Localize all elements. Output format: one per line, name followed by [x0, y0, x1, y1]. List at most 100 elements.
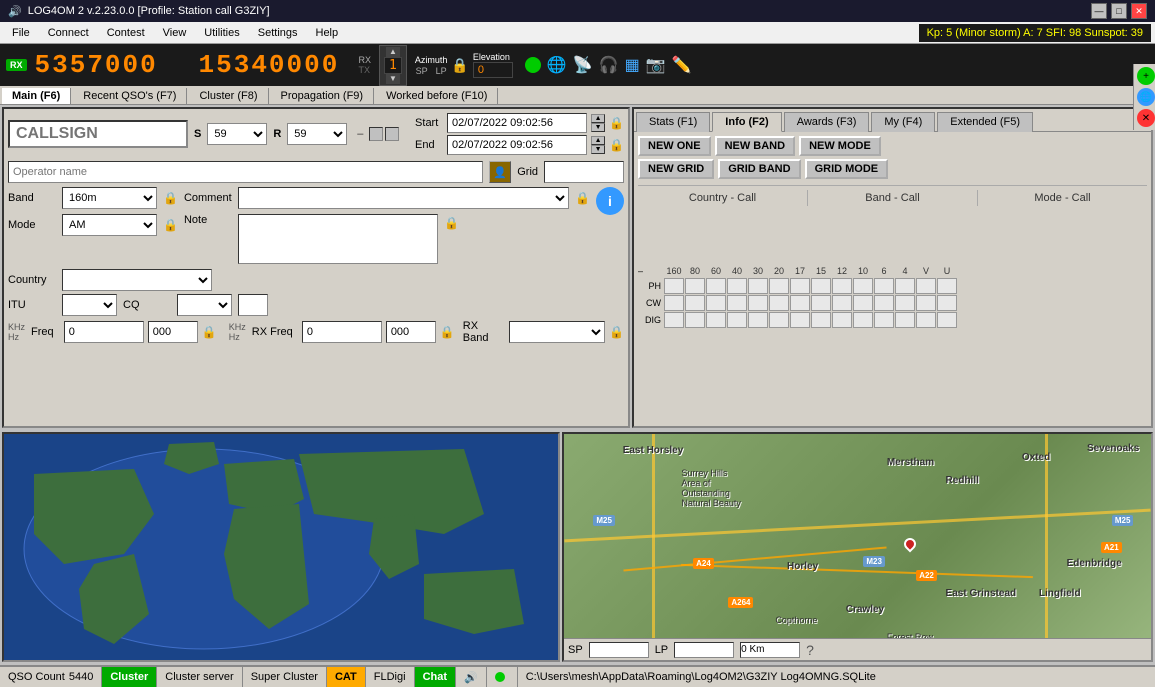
start-time-up[interactable]: ▲	[591, 114, 605, 123]
map-distance-input[interactable]	[740, 642, 800, 658]
edit-icon[interactable]: ✏️	[672, 55, 692, 75]
frequency-display-1[interactable]: 5357000	[31, 48, 191, 82]
itu-select[interactable]	[62, 294, 117, 316]
menu-help[interactable]: Help	[308, 25, 347, 41]
fldigi-item[interactable]: FLDigi	[366, 667, 415, 687]
start-lock-icon[interactable]: 🔒	[609, 116, 624, 130]
lock-icon[interactable]: 🔒	[451, 57, 468, 74]
map-lp-input[interactable]	[674, 642, 734, 658]
azimuth-section: Azimuth SP LP	[415, 55, 448, 76]
end-time-up[interactable]: ▲	[591, 136, 605, 145]
frequency-display-2[interactable]: 15340000	[195, 48, 355, 82]
s-select[interactable]: 595857	[207, 123, 267, 145]
minimize-button[interactable]: —	[1091, 3, 1107, 19]
freq-lock-icon[interactable]: 🔒	[202, 325, 217, 339]
rxband-lock-icon[interactable]: 🔒	[609, 325, 624, 339]
elevation-input[interactable]	[473, 62, 513, 78]
qso-count-value: 5440	[69, 671, 93, 683]
checkbox-1[interactable]	[369, 127, 383, 141]
info-icon[interactable]: i	[596, 187, 624, 215]
new-grid-button[interactable]: NEW GRID	[638, 159, 714, 179]
comment-select[interactable]	[238, 187, 569, 209]
cluster-server-item[interactable]: Cluster server	[157, 667, 242, 687]
headset-icon[interactable]: 🎧	[599, 55, 619, 75]
start-time-input[interactable]	[447, 113, 587, 133]
mode-select[interactable]: AMFMSSBCW	[62, 214, 157, 236]
rxband-select[interactable]	[509, 321, 605, 343]
tab-cluster[interactable]: Cluster (F8)	[189, 88, 268, 104]
qso-count-item: QSO Count 5440	[0, 667, 102, 687]
ph-30	[748, 278, 768, 294]
map-help-icon[interactable]: ?	[806, 642, 814, 658]
new-band-button[interactable]: NEW BAND	[715, 136, 796, 156]
operator-input[interactable]	[8, 161, 483, 183]
checkbox-2[interactable]	[385, 127, 399, 141]
tab-propagation[interactable]: Propagation (F9)	[271, 88, 375, 104]
rxfreq-units-label: KHz Hz	[229, 322, 246, 342]
tab-recent-qsos[interactable]: Recent QSO's (F7)	[73, 88, 187, 104]
end-time-spin: ▲ ▼	[591, 136, 605, 154]
tab-awards[interactable]: Awards (F3)	[784, 112, 870, 132]
frequency-bar: RX 5357000 15340000 RX TX ▲ 1 ▼ Azimuth …	[0, 44, 1155, 86]
x-button[interactable]: ✕	[1137, 109, 1153, 127]
end-time-input[interactable]	[447, 135, 587, 155]
menu-contest[interactable]: Contest	[99, 25, 153, 41]
menu-view[interactable]: View	[155, 25, 195, 41]
freq-spin-down[interactable]: ▼	[386, 74, 400, 84]
super-cluster-item[interactable]: Super Cluster	[243, 667, 327, 687]
tab-worked-before[interactable]: Worked before (F10)	[376, 88, 498, 104]
globe-icon[interactable]: 🌐	[547, 55, 567, 75]
cq-select[interactable]	[177, 294, 232, 316]
menu-file[interactable]: File	[4, 25, 38, 41]
maximize-button[interactable]: □	[1111, 3, 1127, 19]
end-lock-icon[interactable]: 🔒	[609, 138, 624, 152]
menu-connect[interactable]: Connect	[40, 25, 97, 41]
rxfreq-khz-input[interactable]	[302, 321, 382, 343]
band-select[interactable]: 160m80m40m	[62, 187, 157, 209]
cluster-item[interactable]: Cluster	[102, 667, 157, 687]
new-one-button[interactable]: NEW ONE	[638, 136, 711, 156]
callsign-input[interactable]	[8, 120, 188, 148]
menu-utilities[interactable]: Utilities	[196, 25, 247, 41]
note-textarea[interactable]	[238, 214, 438, 264]
start-time-down[interactable]: ▼	[591, 123, 605, 132]
rxfreq-hz-input[interactable]	[386, 321, 436, 343]
place-copthorne: Copthorne	[775, 615, 817, 625]
r-select[interactable]: 595857	[287, 123, 347, 145]
status-dot-item	[487, 667, 518, 687]
menu-settings[interactable]: Settings	[250, 25, 306, 41]
tab-extended[interactable]: Extended (F5)	[937, 112, 1033, 132]
grid-mode-button[interactable]: GRID MODE	[805, 159, 889, 179]
cat-item[interactable]: CAT	[327, 667, 366, 687]
freq-hz-input[interactable]	[148, 321, 198, 343]
freq-khz-input[interactable]	[64, 321, 144, 343]
grid-band-button[interactable]: GRID BAND	[718, 159, 800, 179]
ph-row: PH	[638, 278, 1147, 294]
camera-icon[interactable]: 📷	[646, 55, 666, 75]
note-lock-icon[interactable]: 🔒	[444, 216, 459, 230]
close-button[interactable]: ✕	[1131, 3, 1147, 19]
country-select[interactable]	[62, 269, 212, 291]
band-mode-col: Band 160m80m40m 🔒 Mode AMFMSSBCW 🔒	[8, 187, 178, 239]
tab-info[interactable]: Info (F2)	[712, 112, 781, 132]
itu-input[interactable]	[238, 294, 268, 316]
operator-icon[interactable]: 👤	[489, 161, 511, 183]
comment-lock-icon[interactable]: 🔒	[575, 191, 590, 205]
tab-main[interactable]: Main (F6)	[2, 88, 71, 104]
map-sp-input[interactable]	[589, 642, 649, 658]
band-lock-icon[interactable]: 🔒	[163, 191, 178, 205]
end-time-down[interactable]: ▼	[591, 145, 605, 154]
country-label: Country	[8, 274, 56, 286]
band-40-header: 40	[727, 266, 747, 276]
rxfreq-lock-icon[interactable]: 🔒	[440, 325, 455, 339]
tab-my[interactable]: My (F4)	[871, 112, 935, 132]
freq-spin-up[interactable]: ▲	[386, 47, 400, 57]
new-mode-button[interactable]: NEW MODE	[799, 136, 881, 156]
chat-item[interactable]: Chat	[415, 667, 456, 687]
speaker-item[interactable]: 🔊	[456, 667, 487, 687]
grid-input[interactable]	[544, 161, 624, 183]
grid-icon[interactable]: ▦	[625, 55, 640, 75]
mode-lock-icon[interactable]: 🔒	[163, 218, 178, 232]
tab-stats[interactable]: Stats (F1)	[636, 112, 710, 132]
antenna-icon[interactable]: 📡	[573, 55, 593, 75]
